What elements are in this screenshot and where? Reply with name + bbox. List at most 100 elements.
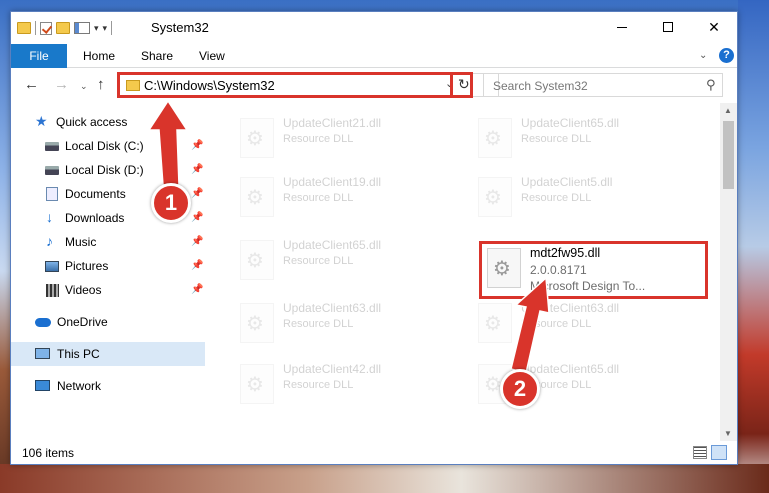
pin-icon[interactable]: 📌 [191, 284, 203, 295]
dll-file-icon [478, 118, 512, 158]
file-list: UpdateClient21.dll Resource DLL UpdateCl… [207, 103, 720, 441]
properties-icon[interactable] [74, 22, 90, 34]
desktop-background-bottom [0, 464, 769, 493]
details-view-icon[interactable] [693, 446, 707, 459]
dll-file-icon [240, 303, 274, 343]
refresh-highlight-box [450, 72, 473, 98]
sidebar-item-label: This PC [57, 347, 100, 361]
sidebar-item-label: Videos [65, 283, 102, 297]
music-icon: ♪ [46, 233, 53, 249]
sidebar-item-local-disk-d[interactable]: Local Disk (D:) 📌 [11, 158, 205, 182]
desktop-background [738, 0, 769, 493]
list-item[interactable]: UpdateClient65.dll Resource DLL [468, 112, 698, 168]
list-item[interactable]: UpdateClient65.dll Resource DLL [230, 234, 460, 290]
forward-arrow-icon[interactable]: → [54, 76, 69, 93]
file-description: Resource DLL [521, 192, 592, 204]
sidebar-item-label: Downloads [65, 211, 125, 225]
step-2-callout: 2 [500, 369, 540, 409]
sidebar-item-label: Network [57, 379, 102, 393]
toolbar-divider [111, 21, 113, 35]
file-description: Resource DLL [521, 133, 592, 145]
sidebar-item-videos[interactable]: Videos 📌 [11, 278, 205, 302]
list-item[interactable]: UpdateClient19.dll Resource DLL [230, 171, 460, 227]
file-description: Resource DLL [283, 379, 354, 391]
new-folder-icon[interactable] [56, 22, 70, 34]
dll-file-icon [240, 177, 274, 217]
title-bar: ▾ ▾ System32 ✕ [11, 12, 737, 44]
properties-check-icon[interactable] [40, 21, 52, 35]
star-icon: ★ [35, 113, 48, 129]
sidebar-item-label: Music [65, 235, 97, 249]
pin-icon[interactable]: 📌 [191, 236, 203, 247]
file-description: Resource DLL [521, 318, 592, 330]
scrollbar-thumb[interactable] [723, 121, 734, 189]
window-title: System32 [151, 20, 209, 35]
file-company: Microsoft Design To... [530, 279, 646, 293]
tab-share[interactable]: Share [129, 44, 185, 68]
toolbar-divider [35, 21, 36, 35]
search-input[interactable]: Search System32 ⚲ [483, 73, 723, 97]
dll-file-icon [240, 118, 274, 158]
tab-file[interactable]: File [11, 44, 67, 68]
file-description: Resource DLL [283, 133, 354, 145]
item-count: 106 items [22, 446, 75, 460]
sidebar-item-label: Documents [65, 187, 126, 201]
documents-icon [46, 187, 58, 201]
pin-icon[interactable]: 📌 [191, 164, 203, 175]
file-name: UpdateClient21.dll [283, 116, 382, 130]
list-item[interactable]: UpdateClient63.dll Resource DLL [468, 297, 698, 353]
sidebar-item-network[interactable]: Network [11, 374, 205, 398]
dll-file-icon [478, 177, 512, 217]
sidebar-item-local-disk-c[interactable]: Local Disk (C:) 📌 [11, 134, 205, 158]
sidebar-item-onedrive[interactable]: OneDrive [11, 310, 205, 334]
list-item[interactable]: UpdateClient21.dll Resource DLL [230, 112, 460, 168]
ribbon-tabs: File Home Share View ⌄ ? [11, 44, 737, 68]
sidebar-item-label: Pictures [65, 259, 109, 273]
close-button[interactable]: ✕ [691, 12, 737, 42]
close-icon: ✕ [708, 18, 720, 35]
maximize-button[interactable] [645, 12, 691, 42]
sidebar-item-music[interactable]: ♪ Music 📌 [11, 230, 205, 254]
search-icon[interactable]: ⚲ [706, 77, 716, 93]
sidebar-item-quick-access[interactable]: ★ Quick access [11, 110, 205, 134]
explorer-window: ▾ ▾ System32 ✕ File Home Share View ⌄ ? … [10, 11, 738, 465]
file-name: UpdateClient19.dll [283, 175, 382, 189]
customize-toolbar-icon[interactable]: ▾ [103, 23, 108, 34]
search-placeholder: Search System32 [493, 79, 588, 93]
folder-icon[interactable] [17, 22, 31, 34]
scroll-down-icon[interactable]: ▼ [724, 429, 732, 438]
sidebar-item-pictures[interactable]: Pictures 📌 [11, 254, 205, 278]
list-item[interactable]: UpdateClient5.dll Resource DLL [468, 171, 698, 227]
downloads-icon: ↓ [46, 209, 53, 225]
onedrive-icon [35, 318, 51, 327]
pin-icon[interactable]: 📌 [191, 188, 203, 199]
tab-home[interactable]: Home [71, 44, 127, 68]
list-item[interactable]: UpdateClient63.dll Resource DLL [230, 297, 460, 353]
dll-file-icon [478, 303, 512, 343]
back-arrow-icon[interactable]: ← [24, 76, 39, 93]
pin-icon[interactable]: 📌 [191, 212, 203, 223]
up-arrow-icon[interactable]: ↑ [97, 76, 105, 93]
scroll-up-icon[interactable]: ▲ [724, 106, 732, 115]
navigation-pane: ★ Quick access Local Disk (C:) 📌 Local D… [11, 103, 207, 441]
pin-icon[interactable]: 📌 [191, 260, 203, 271]
file-name: UpdateClient5.dll [521, 175, 613, 189]
navigation-bar: ← → ⌄ ↑ C:\Windows\System32 ⌄ ↻ Search S… [11, 69, 737, 103]
file-version: 2.0.0.8171 [530, 263, 587, 277]
expand-ribbon-icon[interactable]: ⌄ [699, 50, 707, 61]
large-icons-view-icon[interactable] [711, 445, 727, 460]
pc-icon [35, 348, 50, 359]
file-name: UpdateClient65.dll [521, 362, 620, 376]
sidebar-item-this-pc[interactable]: This PC [11, 342, 205, 366]
network-icon [35, 380, 50, 391]
vertical-scrollbar[interactable]: ▲ ▼ [720, 103, 737, 441]
highlighted-file-item[interactable]: mdt2fw95.dll 2.0.0.8171 Microsoft Design… [479, 241, 708, 299]
help-icon[interactable]: ? [719, 48, 734, 63]
step-1-callout: 1 [151, 183, 191, 223]
recent-locations-icon[interactable]: ⌄ [80, 81, 88, 92]
list-item[interactable]: UpdateClient42.dll Resource DLL [230, 358, 460, 414]
tab-view[interactable]: View [187, 44, 237, 68]
minimize-button[interactable] [599, 12, 645, 42]
chevron-down-icon[interactable]: ▾ [94, 23, 99, 34]
pin-icon[interactable]: 📌 [191, 140, 203, 151]
